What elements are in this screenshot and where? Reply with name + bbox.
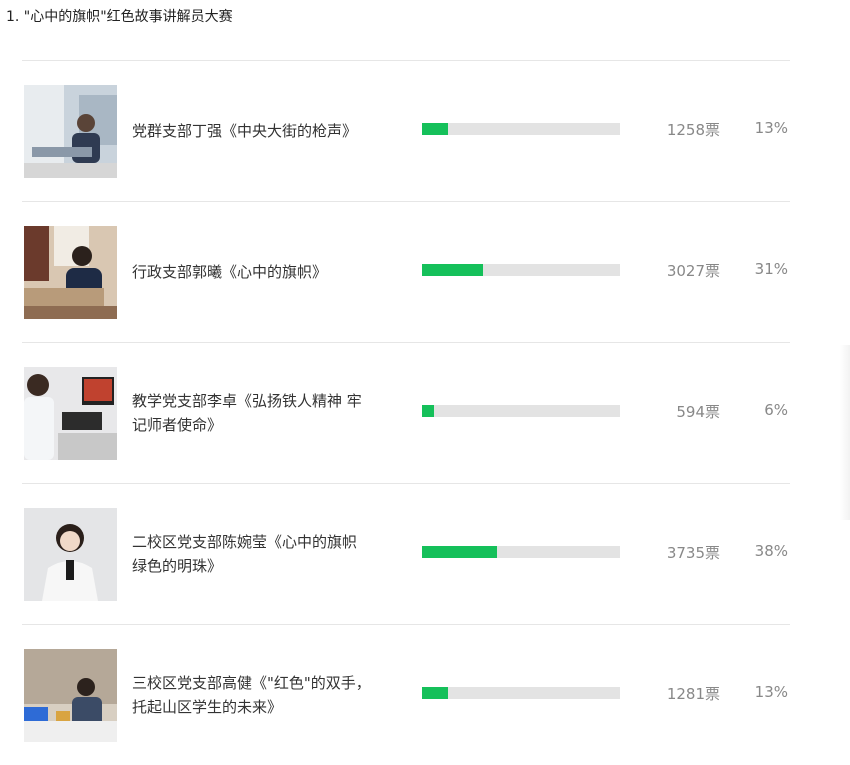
candidate-photo bbox=[24, 367, 117, 460]
list-item[interactable]: 行政支部郭曦《心中的旗帜》 3027票 31% bbox=[22, 201, 790, 342]
vote-progress-fill bbox=[422, 123, 448, 135]
vote-progress-fill bbox=[422, 546, 498, 558]
vote-count: 594票 bbox=[676, 403, 720, 421]
list-item[interactable]: 二校区党支部陈婉莹《心中的旗帜 绿色的明珠》 3735票 38% bbox=[22, 483, 790, 624]
vote-count: 3735票 bbox=[666, 544, 720, 562]
candidate-name: 三校区党支部高健《"红色"的双手，托起山区学生的未来》 bbox=[132, 674, 371, 716]
vote-count: 1281票 bbox=[666, 685, 720, 703]
candidate-name: 二校区党支部陈婉莹《心中的旗帜 绿色的明珠》 bbox=[132, 533, 358, 575]
vote-percent: 6% bbox=[764, 401, 788, 419]
vote-results-list: 党群支部丁强《中央大街的枪声》 1258票 13% 行政支部郭曦《心中的旗帜》 … bbox=[22, 60, 790, 765]
candidate-photo bbox=[24, 226, 117, 319]
vote-percent: 13% bbox=[754, 683, 788, 701]
vote-progress-bar bbox=[422, 546, 620, 558]
candidate-photo bbox=[24, 508, 117, 601]
candidate-name: 党群支部丁强《中央大街的枪声》 bbox=[132, 122, 358, 140]
vote-progress-fill bbox=[422, 687, 448, 699]
list-item[interactable]: 教学党支部李卓《弘扬铁人精神 牢记师者使命》 594票 6% bbox=[22, 342, 790, 483]
vote-percent: 31% bbox=[754, 260, 788, 278]
list-item[interactable]: 三校区党支部高健《"红色"的双手，托起山区学生的未来》 1281票 13% bbox=[22, 624, 790, 765]
vote-progress-bar bbox=[422, 123, 620, 135]
vote-progress-bar bbox=[422, 264, 620, 276]
question-title: 1. "心中的旗帜"红色故事讲解员大赛 bbox=[6, 9, 233, 25]
vote-progress-fill bbox=[422, 264, 484, 276]
vote-progress-bar bbox=[422, 687, 620, 699]
vote-count: 1258票 bbox=[666, 121, 720, 139]
vote-percent: 38% bbox=[754, 542, 788, 560]
vote-progress-bar bbox=[422, 405, 620, 417]
vote-count: 3027票 bbox=[666, 262, 720, 280]
candidate-name: 行政支部郭曦《心中的旗帜》 bbox=[132, 263, 328, 281]
vote-percent: 13% bbox=[754, 119, 788, 137]
scroll-edge-shadow bbox=[840, 345, 850, 520]
candidate-photo bbox=[24, 649, 117, 742]
list-item[interactable]: 党群支部丁强《中央大街的枪声》 1258票 13% bbox=[22, 60, 790, 201]
vote-progress-fill bbox=[422, 405, 434, 417]
candidate-photo bbox=[24, 85, 117, 178]
candidate-name: 教学党支部李卓《弘扬铁人精神 牢记师者使命》 bbox=[132, 392, 362, 434]
